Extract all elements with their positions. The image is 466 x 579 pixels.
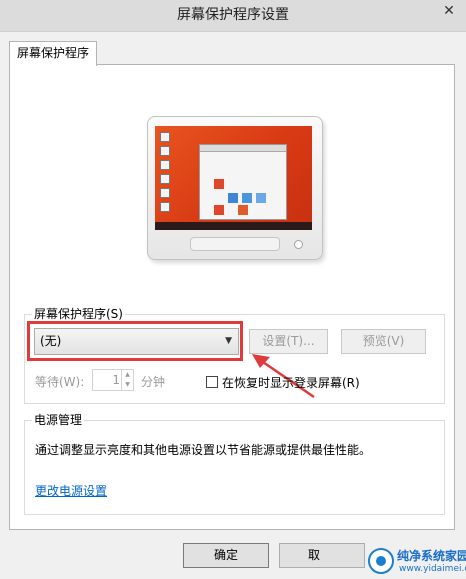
stepper-arrows-icon[interactable]: ▲ ▼ bbox=[121, 370, 133, 390]
preview-button[interactable]: 预览(V) bbox=[341, 329, 426, 354]
desktop-icon bbox=[160, 174, 170, 184]
power-group bbox=[24, 420, 445, 515]
watermark: 纯净系统家园 www.yidaimei.com bbox=[366, 544, 466, 579]
title-bar: 屏幕保护程序设置 ✕ bbox=[0, 0, 466, 32]
wait-label: 等待(W): bbox=[35, 375, 85, 389]
power-indicator bbox=[294, 240, 303, 249]
power-description: 通过调整显示亮度和其他电源设置以节省能源或提供最佳性能。 bbox=[35, 443, 372, 457]
tab-screensaver[interactable]: 屏幕保护程序 bbox=[9, 41, 97, 66]
annotation-highlight bbox=[27, 321, 243, 361]
resume-logon-label: 在恢复时显示登录屏幕(R) bbox=[222, 376, 360, 390]
preview-window bbox=[199, 144, 287, 220]
desktop-icon bbox=[160, 202, 170, 212]
ok-button[interactable]: 确定 bbox=[183, 543, 269, 568]
preview-screen bbox=[155, 126, 312, 230]
cancel-button[interactable]: 取 bbox=[279, 543, 365, 568]
close-button[interactable]: ✕ bbox=[438, 0, 460, 22]
watermark-title: 纯净系统家园 bbox=[397, 549, 466, 563]
wait-stepper[interactable]: 1 ▲ ▼ bbox=[92, 369, 134, 391]
preview-taskbar bbox=[155, 222, 312, 230]
watermark-logo-icon bbox=[368, 548, 394, 574]
wait-value: 1 bbox=[112, 373, 120, 387]
desktop-icon bbox=[160, 146, 170, 156]
change-power-settings-link[interactable]: 更改电源设置 bbox=[35, 482, 107, 499]
desktop-icon bbox=[160, 160, 170, 170]
desktop-icon bbox=[160, 188, 170, 198]
settings-button[interactable]: 设置(T)... bbox=[249, 329, 328, 354]
wait-unit: 分钟 bbox=[141, 375, 166, 389]
monitor-base bbox=[190, 237, 280, 251]
resume-logon-checkbox[interactable] bbox=[206, 376, 218, 388]
monitor-preview bbox=[147, 116, 323, 260]
desktop-icon bbox=[160, 132, 170, 142]
watermark-url: www.yidaimei.com bbox=[399, 564, 466, 574]
screensaver-group-label: 屏幕保护程序(S) bbox=[32, 307, 125, 321]
power-group-label: 电源管理 bbox=[32, 413, 85, 427]
window-title: 屏幕保护程序设置 bbox=[177, 7, 289, 23]
